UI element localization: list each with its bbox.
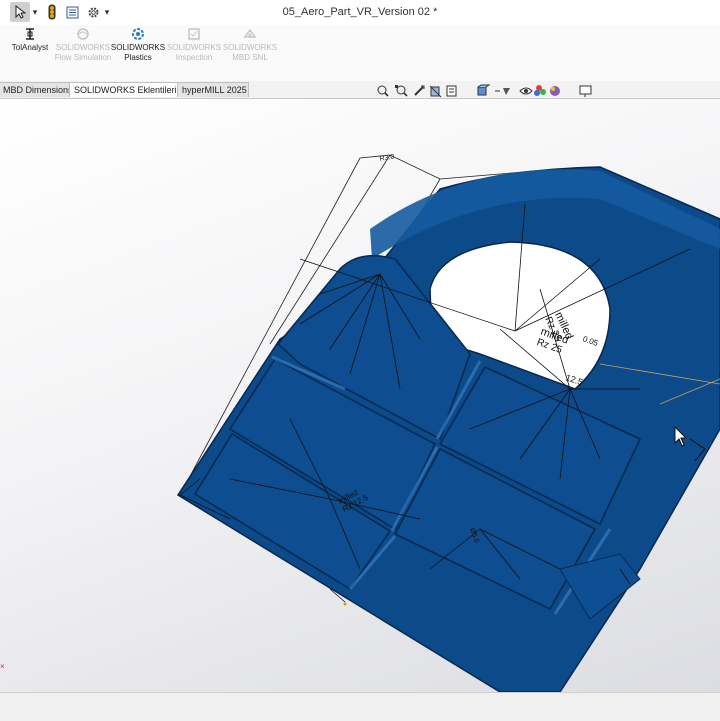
dimension-small-2[interactable]: R3.0: [379, 153, 395, 162]
view-settings-icon[interactable]: [579, 85, 592, 97]
display-style-icon[interactable]: [495, 88, 510, 95]
heads-up-view-toolbar: [375, 84, 607, 98]
ribbon-mbd-snl[interactable]: SOLIDWORKS MBD SNL: [221, 27, 279, 62]
ribbon-plastics[interactable]: SOLIDWORKS Plastics: [109, 27, 167, 62]
previous-view-icon[interactable]: [414, 85, 425, 96]
zoom-to-fit-icon[interactable]: [377, 85, 389, 97]
title-bar: ▾ ▾ 05_Aero_Part_VR_Version 02 *: [0, 0, 720, 26]
ribbon-mbd-snl-label: SOLIDWORKS MBD SNL: [222, 43, 278, 62]
ribbon-inspection-label: SOLIDWORKS Inspection: [166, 43, 222, 62]
ribbon-tolanalyst-label: TolAnalyst: [11, 43, 49, 52]
x-axis-marker: ×: [0, 662, 5, 671]
plastics-icon: [132, 28, 144, 40]
inspection-icon: [188, 28, 200, 40]
ribbon-flow-simulation-label: SOLIDWORKS Flow Simulation: [54, 43, 112, 62]
tab-solidworks-eklentileri[interactable]: SOLIDWORKS Eklentileri: [69, 82, 183, 97]
zoom-to-area-icon[interactable]: [395, 85, 408, 97]
dynamic-annotation-icon[interactable]: [446, 85, 457, 97]
mbd-snl-icon: [243, 28, 257, 38]
edit-appearance-icon[interactable]: [534, 85, 546, 96]
tolanalyst-icon: [26, 28, 34, 40]
ribbon-inspection[interactable]: SOLIDWORKS Inspection: [165, 27, 223, 62]
part-body[interactable]: [176, 166, 720, 692]
view-orientation-icon[interactable]: [477, 84, 491, 96]
document-title: 05_Aero_Part_VR_Version 02 *: [282, 6, 438, 18]
graphics-area[interactable]: milled Rz 25 milled Rz 25 0.05 12.5 mill…: [0, 99, 720, 692]
command-manager-ribbon: TolAnalyst SOLIDWORKS Flow Simulation SO…: [0, 25, 720, 82]
part-model-view[interactable]: milled Rz 25 milled Rz 25 0.05 12.5 mill…: [0, 99, 720, 692]
tab-hypermill-2025[interactable]: hyperMILL 2025: [177, 82, 249, 97]
section-view-icon[interactable]: [429, 85, 442, 98]
flow-simulation-icon: [77, 28, 89, 40]
ribbon-flow-simulation[interactable]: SOLIDWORKS Flow Simulation: [54, 27, 112, 62]
origin-marker: [343, 602, 347, 606]
hide-show-items-icon[interactable]: [519, 87, 533, 95]
apply-scene-icon[interactable]: [550, 86, 560, 96]
tab-mbd-dimensions[interactable]: MBD Dimensions: [0, 82, 73, 97]
ribbon-plastics-label: SOLIDWORKS Plastics: [110, 43, 166, 62]
ribbon-tolanalyst[interactable]: TolAnalyst: [4, 27, 56, 53]
status-bar: [0, 692, 720, 721]
command-tabs: MBD Dimensions SOLIDWORKS Eklentileri hy…: [0, 81, 720, 99]
